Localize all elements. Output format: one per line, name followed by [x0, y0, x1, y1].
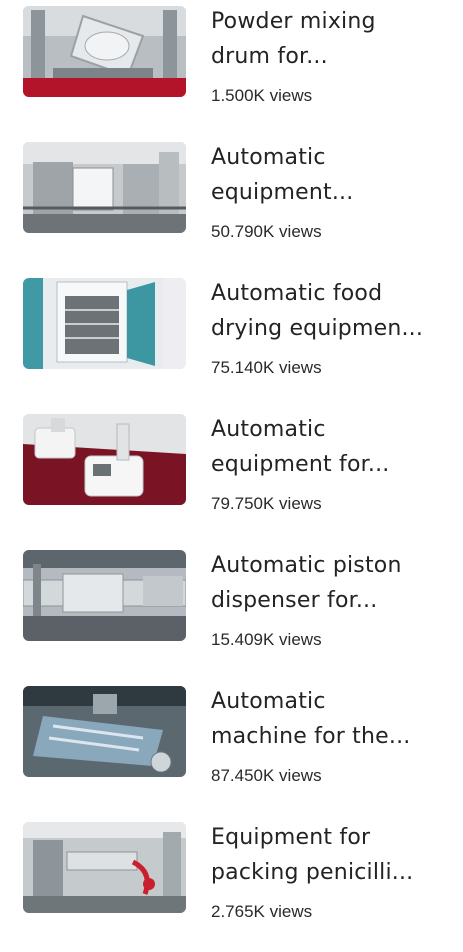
video-title[interactable]: Automatic equipment... [211, 140, 449, 210]
video-title[interactable]: Automatic machine for the... [211, 684, 449, 754]
video-thumbnail[interactable] [23, 686, 186, 777]
video-title-line-2: dispenser for... [211, 588, 378, 613]
packaging-machine-thumbnail-icon [23, 686, 186, 777]
video-item[interactable]: Equipment for packing penicilli... 2.765… [0, 816, 463, 952]
video-title-line-1: Automatic piston [211, 553, 402, 578]
video-list: Powder mixing drum for... 1.500K views A… [0, 0, 463, 925]
view-count: 15.409K views [211, 630, 322, 649]
video-title[interactable]: Automatic piston dispenser for... [211, 548, 449, 618]
lab-equipment-thumbnail-icon [23, 414, 186, 505]
video-item[interactable]: Automatic piston dispenser for... 15.409… [0, 544, 463, 680]
video-title-line-1: Powder mixing [211, 9, 376, 34]
video-title-line-2: machine for the... [211, 724, 411, 749]
video-thumbnail[interactable] [23, 550, 186, 641]
video-title[interactable]: Powder mixing drum for... [211, 4, 449, 74]
video-thumbnail[interactable] [23, 414, 186, 505]
video-title-line-2: packing penicilli... [211, 860, 414, 885]
video-title-line-1: Automatic [211, 145, 326, 170]
video-item[interactable]: Automatic food drying equipmen... 75.140… [0, 272, 463, 408]
penicillin-packing-thumbnail-icon [23, 822, 186, 913]
video-title[interactable]: Equipment for packing penicilli... [211, 820, 449, 890]
video-title[interactable]: Automatic equipment for... [211, 412, 449, 482]
view-count: 50.790K views [211, 222, 322, 241]
video-title[interactable]: Automatic food drying equipmen... [211, 276, 449, 346]
video-title-line-1: Automatic food [211, 281, 383, 306]
video-title-line-2: drying equipmen... [211, 316, 424, 341]
video-thumbnail[interactable] [23, 6, 186, 97]
video-title-line-2: drum for... [211, 44, 328, 69]
video-title-line-1: Equipment for [211, 825, 371, 850]
video-item[interactable]: Automatic equipment for... 79.750K views [0, 408, 463, 544]
video-item[interactable]: Automatic equipment... 50.790K views [0, 136, 463, 272]
view-count: 79.750K views [211, 494, 322, 513]
view-count: 75.140K views [211, 358, 322, 377]
video-title-line-1: Automatic [211, 417, 326, 442]
video-thumbnail[interactable] [23, 278, 186, 369]
view-count: 1.500K views [211, 86, 313, 105]
piston-dispenser-thumbnail-icon [23, 550, 186, 641]
view-count: 2.765K views [211, 902, 313, 921]
powder-mixing-drum-thumbnail-icon [23, 6, 186, 97]
food-drying-oven-thumbnail-icon [23, 278, 186, 369]
automatic-equipment-thumbnail-icon [23, 142, 186, 233]
view-count: 87.450K views [211, 766, 322, 785]
video-title-line-2: equipment... [211, 180, 354, 205]
video-thumbnail[interactable] [23, 142, 186, 233]
video-item[interactable]: Powder mixing drum for... 1.500K views [0, 0, 463, 136]
video-item[interactable]: Automatic machine for the... 87.450K vie… [0, 680, 463, 816]
video-title-line-2: equipment for... [211, 452, 390, 477]
video-thumbnail[interactable] [23, 822, 186, 913]
video-title-line-1: Automatic [211, 689, 326, 714]
